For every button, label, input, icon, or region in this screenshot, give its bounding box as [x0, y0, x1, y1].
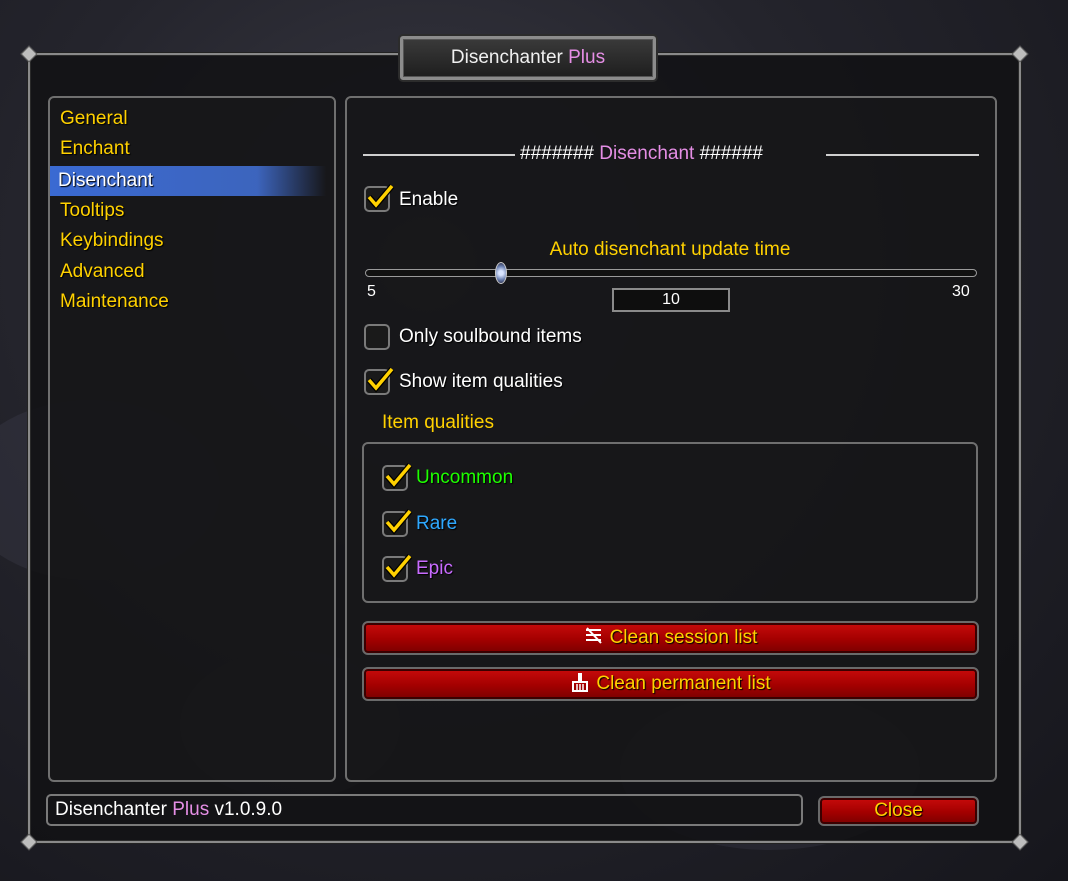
uncommon-checkbox[interactable] [382, 463, 413, 491]
status-version: v1.0.9.0 [214, 799, 283, 820]
close-button[interactable]: Close [818, 796, 979, 826]
header-suffix: ###### [699, 143, 763, 164]
slider-min-label: 5 [367, 283, 376, 300]
sidebar-item-advanced[interactable]: Advanced [60, 261, 145, 283]
sidebar-item-maintenance[interactable]: Maintenance [60, 291, 169, 313]
broom-icon [572, 672, 589, 692]
slider-max-label: 30 [952, 283, 970, 300]
enable-checkbox[interactable] [364, 184, 395, 212]
sidebar: General Enchant Disenchant Tooltips Keyb… [48, 96, 336, 782]
sidebar-item-disenchant[interactable]: Disenchant [50, 166, 326, 196]
checkmark-icon [384, 509, 413, 535]
header-name: Disenchant [599, 143, 695, 164]
window-title[interactable]: Disenchanter Plus [400, 36, 656, 80]
title-accent: Plus [568, 47, 606, 68]
section-header: ####### Disenchant ###### [520, 143, 763, 165]
header-divider-left [363, 154, 515, 156]
epic-label: Epic [416, 558, 453, 579]
status-accent: Plus [172, 799, 210, 820]
title-main: Disenchanter [450, 47, 563, 68]
clean-permanent-button[interactable]: Clean permanent list [362, 667, 979, 701]
sidebar-item-general[interactable]: General [60, 108, 128, 130]
sidebar-item-enchant[interactable]: Enchant [60, 138, 130, 160]
checkmark-icon [384, 554, 413, 580]
status-name: Disenchanter [55, 799, 167, 820]
uncommon-label: Uncommon [416, 467, 514, 488]
header-prefix: ####### [520, 143, 594, 164]
epic-checkbox[interactable] [382, 554, 413, 582]
checkmark-icon [366, 367, 395, 393]
clean-permanent-label: Clean permanent list [596, 673, 771, 694]
slider-title: Auto disenchant update time [549, 239, 791, 260]
checkmark-icon [384, 463, 413, 489]
slider-thumb[interactable] [495, 262, 507, 284]
only-soulbound-label: Only soulbound items [399, 326, 582, 347]
show-qualities-checkbox[interactable] [364, 367, 395, 395]
qualities-group-title: Item qualities [382, 412, 494, 433]
rare-label: Rare [416, 513, 458, 534]
rare-checkbox[interactable] [382, 509, 413, 537]
enable-label: Enable [399, 189, 459, 210]
clear-list-icon [585, 627, 602, 644]
clean-session-button[interactable]: Clean session list [362, 621, 979, 655]
status-bar: Disenchanter Plus v1.0.9.0 [46, 794, 803, 826]
clean-session-label: Clean session list [609, 627, 758, 648]
update-time-slider[interactable] [365, 269, 977, 277]
header-divider-right [826, 154, 979, 156]
checkmark-icon [366, 184, 395, 210]
sidebar-item-keybindings[interactable]: Keybindings [60, 230, 164, 252]
only-soulbound-checkbox[interactable] [364, 324, 390, 350]
show-qualities-label: Show item qualities [399, 371, 563, 392]
slider-value-input[interactable]: 10 [612, 288, 730, 312]
sidebar-item-tooltips[interactable]: Tooltips [60, 200, 124, 222]
